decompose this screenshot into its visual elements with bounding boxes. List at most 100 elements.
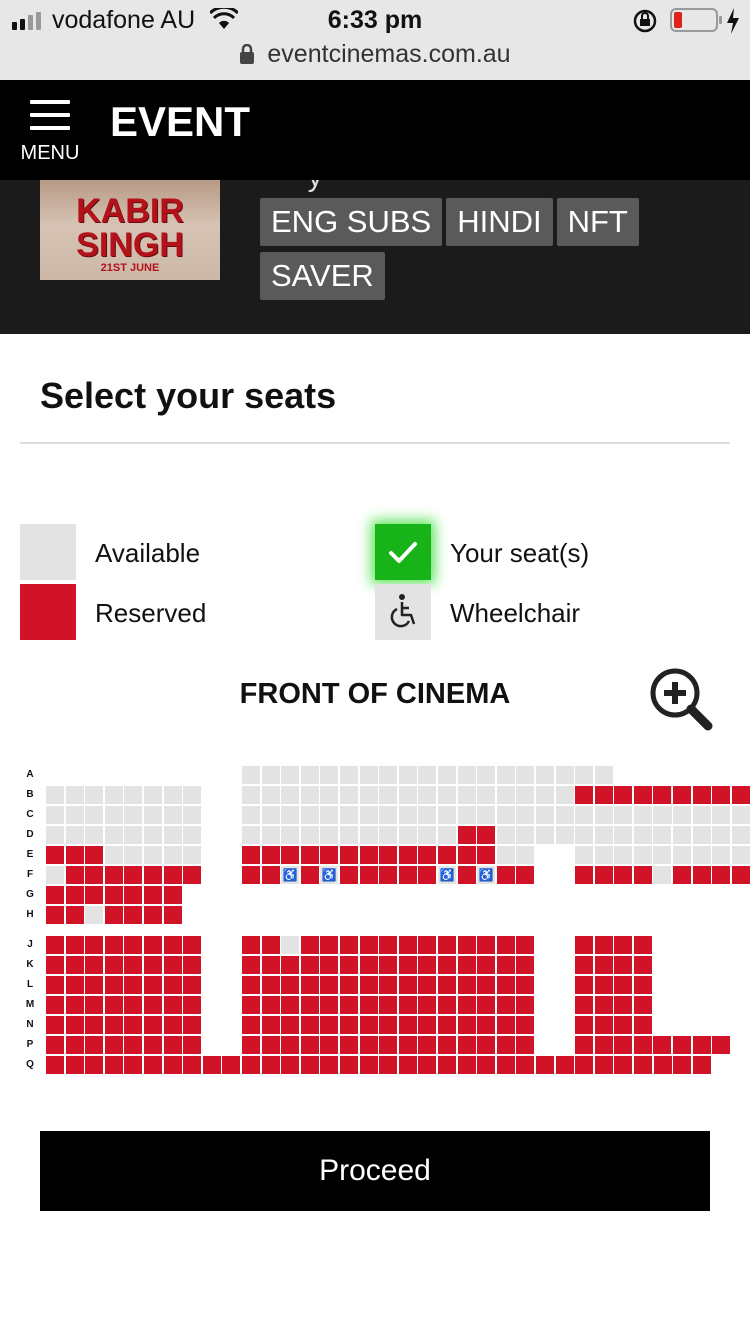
seat-d[interactable] [46, 826, 64, 844]
seat-c[interactable] [46, 806, 64, 824]
seat-j[interactable] [438, 936, 456, 954]
seat-e[interactable] [281, 846, 300, 864]
wheelchair-seat[interactable]: ♿ [477, 866, 496, 884]
seat-c[interactable] [555, 806, 574, 824]
seat-b[interactable] [594, 786, 613, 804]
seat-n[interactable] [163, 1016, 182, 1034]
seat-b[interactable] [242, 786, 260, 804]
seat-p[interactable] [85, 1036, 104, 1054]
seat-n[interactable] [242, 1016, 260, 1034]
seat-d[interactable] [340, 826, 358, 844]
seat-c[interactable] [692, 806, 711, 824]
seat-c[interactable] [261, 806, 280, 824]
seat-d[interactable] [242, 826, 260, 844]
seat-b[interactable] [320, 786, 339, 804]
seat-m[interactable] [163, 996, 182, 1014]
seat-p[interactable] [320, 1036, 339, 1054]
seat-e[interactable] [516, 846, 535, 864]
seat-b[interactable] [457, 786, 476, 804]
seat-e[interactable] [692, 846, 711, 864]
seat-e[interactable] [379, 846, 398, 864]
seat-h[interactable] [85, 906, 104, 924]
seat-l[interactable] [300, 976, 319, 994]
seat-j[interactable] [320, 936, 339, 954]
seat-j[interactable] [163, 936, 182, 954]
seat-b[interactable] [104, 786, 123, 804]
seat-p[interactable] [183, 1036, 202, 1054]
seat-d[interactable] [496, 826, 515, 844]
seat-a[interactable] [398, 766, 417, 784]
seat-q[interactable] [496, 1056, 515, 1074]
seat-p[interactable] [379, 1036, 398, 1054]
seat-d[interactable] [731, 826, 750, 844]
seat-c[interactable] [65, 806, 84, 824]
seat-m[interactable] [46, 996, 64, 1014]
seat-p[interactable] [496, 1036, 515, 1054]
seat-n[interactable] [516, 1016, 535, 1034]
seat-q[interactable] [634, 1056, 652, 1074]
seat-j[interactable] [379, 936, 398, 954]
seat-n[interactable] [144, 1016, 162, 1034]
seat-m[interactable] [633, 996, 652, 1014]
seat-b[interactable] [653, 786, 672, 804]
seat-d[interactable] [183, 826, 202, 844]
seat-c[interactable] [614, 806, 633, 824]
seat-j[interactable] [261, 936, 280, 954]
seat-d[interactable] [692, 826, 711, 844]
seat-q[interactable] [222, 1056, 241, 1074]
seat-l[interactable] [124, 976, 143, 994]
seat-f[interactable] [673, 866, 691, 884]
seat-n[interactable] [457, 1016, 476, 1034]
seat-q[interactable] [516, 1056, 535, 1074]
seat-c[interactable] [242, 806, 260, 824]
seat-m[interactable] [300, 996, 319, 1014]
seat-f[interactable] [359, 866, 378, 884]
seat-f[interactable] [340, 866, 358, 884]
seat-p[interactable] [124, 1036, 143, 1054]
seat-e[interactable] [183, 846, 202, 864]
seat-j[interactable] [104, 936, 123, 954]
seat-q[interactable] [398, 1056, 417, 1074]
seat-c[interactable] [575, 806, 593, 824]
seat-f[interactable] [65, 866, 84, 884]
seat-n[interactable] [496, 1016, 515, 1034]
seat-b[interactable] [359, 786, 378, 804]
seat-j[interactable] [124, 936, 143, 954]
seat-l[interactable] [496, 976, 515, 994]
seat-c[interactable] [300, 806, 319, 824]
seat-q[interactable] [261, 1056, 280, 1074]
menu-button[interactable]: MENU [18, 100, 82, 166]
seat-b[interactable] [555, 786, 574, 804]
seat-n[interactable] [124, 1016, 143, 1034]
seat-q[interactable] [673, 1056, 692, 1074]
seat-b[interactable] [261, 786, 280, 804]
seat-e[interactable] [65, 846, 84, 864]
seat-f[interactable] [104, 866, 123, 884]
seat-n[interactable] [183, 1016, 202, 1034]
seat-f[interactable] [516, 866, 535, 884]
seat-f[interactable] [144, 866, 162, 884]
seat-b[interactable] [575, 786, 593, 804]
seat-q[interactable] [457, 1056, 476, 1074]
seat-d[interactable] [144, 826, 162, 844]
seat-p[interactable] [633, 1036, 652, 1054]
seat-a[interactable] [477, 766, 496, 784]
wheelchair-seat[interactable]: ♿ [320, 866, 339, 884]
seat-e[interactable] [359, 846, 378, 864]
seat-n[interactable] [104, 1016, 123, 1034]
seat-p[interactable] [418, 1036, 437, 1054]
seat-p[interactable] [673, 1036, 691, 1054]
seat-f[interactable] [163, 866, 182, 884]
seat-m[interactable] [144, 996, 162, 1014]
seat-k[interactable] [633, 956, 652, 974]
seat-b[interactable] [379, 786, 398, 804]
seat-h[interactable] [65, 906, 84, 924]
seat-p[interactable] [575, 1036, 593, 1054]
seat-c[interactable] [85, 806, 104, 824]
seat-m[interactable] [104, 996, 123, 1014]
seat-l[interactable] [418, 976, 437, 994]
seat-b[interactable] [438, 786, 456, 804]
seat-d[interactable] [379, 826, 398, 844]
seat-g[interactable] [46, 886, 64, 904]
seat-d[interactable] [673, 826, 691, 844]
